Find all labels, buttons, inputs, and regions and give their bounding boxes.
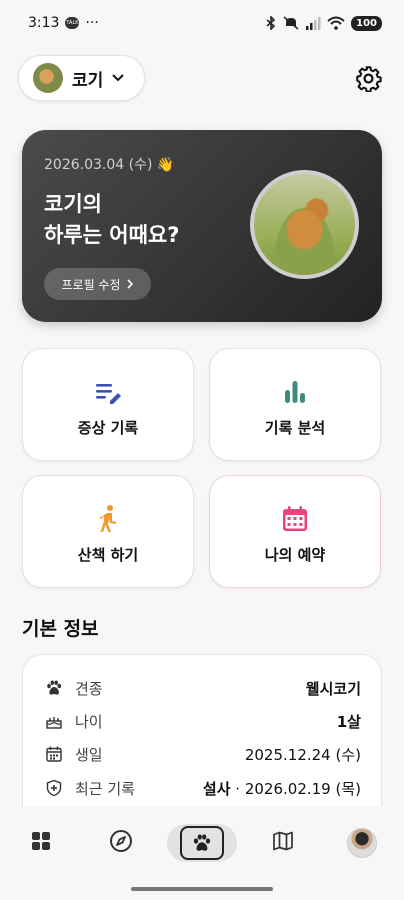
talk-notification-icon: TALK bbox=[65, 17, 80, 29]
recent-record-date: · 2026.02.19 (목) bbox=[230, 779, 361, 798]
pet-avatar bbox=[33, 63, 63, 93]
profile-avatar[interactable] bbox=[347, 828, 377, 858]
signal-icon bbox=[306, 16, 321, 30]
info-row-recent-record: 최근 기록 설사 · 2026.02.19 (목) bbox=[45, 777, 361, 799]
info-row-age: 나이 1살 bbox=[45, 710, 361, 732]
settings-gear-icon[interactable] bbox=[355, 65, 382, 92]
walk-label: 산책 하기 bbox=[77, 546, 139, 564]
greeting-title-line2: 하루는 어때요? bbox=[44, 223, 180, 247]
map-icon bbox=[273, 831, 293, 851]
greeting-card: 2026.03.04 (수) 👋 코기의 하루는 어때요? 프로필 수정 bbox=[22, 130, 382, 322]
recent-record-value: 설사 · 2026.02.19 (목) bbox=[203, 778, 361, 799]
my-booking-tile[interactable]: 나의 예약 bbox=[209, 475, 381, 588]
nav-explore-button[interactable] bbox=[106, 826, 136, 856]
status-time: 3:13 bbox=[28, 15, 60, 31]
status-bar: 3:13 TALK ··· 100 bbox=[0, 0, 404, 46]
chevron-down-icon bbox=[112, 74, 124, 82]
greeting-title-line1: 코기의 bbox=[44, 192, 102, 216]
walking-person-icon bbox=[99, 505, 116, 532]
info-row-breed: 견종 웰시코기 bbox=[45, 677, 361, 699]
recent-record-label: 최근 기록 bbox=[75, 779, 135, 798]
nav-pet-button[interactable] bbox=[167, 824, 237, 862]
recent-record-symptom: 설사 bbox=[202, 779, 231, 798]
cake-icon bbox=[46, 717, 62, 729]
birthday-value: 2025.12.24 (수) bbox=[244, 745, 361, 764]
home-indicator bbox=[131, 887, 273, 891]
breed-value: 웰시코기 bbox=[305, 679, 361, 698]
status-right: 100 bbox=[265, 15, 382, 31]
nav-pet-active-frame bbox=[180, 826, 224, 860]
compass-icon bbox=[110, 830, 132, 852]
status-left: 3:13 TALK ··· bbox=[28, 15, 99, 31]
chevron-right-icon bbox=[126, 279, 133, 289]
walk-tile[interactable]: 산책 하기 bbox=[22, 475, 194, 588]
home-grid-icon bbox=[32, 832, 50, 850]
wifi-icon bbox=[327, 16, 345, 30]
info-row-birthday: 생일 2025.12.24 (수) bbox=[45, 743, 361, 765]
calendar-icon bbox=[283, 506, 307, 531]
edit-profile-label: 프로필 수정 bbox=[61, 277, 121, 292]
breed-label: 견종 bbox=[75, 679, 103, 698]
calendar-outline-icon bbox=[46, 746, 62, 762]
my-booking-label: 나의 예약 bbox=[264, 546, 326, 564]
nav-map-button[interactable] bbox=[268, 826, 298, 856]
nav-home-button[interactable] bbox=[26, 826, 56, 856]
shield-plus-icon bbox=[46, 779, 62, 797]
birthday-label: 생일 bbox=[75, 745, 103, 764]
age-label: 나이 bbox=[75, 712, 103, 731]
today-date: 2026.03.04 (수) 👋 bbox=[44, 157, 175, 173]
bottom-navigation bbox=[0, 806, 404, 900]
more-notifications-icon: ··· bbox=[85, 15, 99, 31]
symptom-note-icon bbox=[96, 384, 121, 404]
mute-icon bbox=[283, 16, 299, 30]
bluetooth-icon bbox=[266, 16, 276, 30]
pet-profile-photo bbox=[250, 170, 359, 279]
symptom-record-label: 증상 기록 bbox=[77, 419, 139, 437]
bar-chart-icon bbox=[285, 381, 305, 403]
battery-indicator: 100 bbox=[351, 15, 382, 31]
symptom-record-tile[interactable]: 증상 기록 bbox=[22, 348, 194, 461]
age-value: 1살 bbox=[336, 712, 361, 731]
basic-info-title: 기본 정보 bbox=[22, 618, 99, 640]
pet-name: 코기 bbox=[72, 70, 104, 91]
record-analysis-tile[interactable]: 기록 분석 bbox=[209, 348, 381, 461]
pet-selector-button[interactable]: 코기 bbox=[18, 55, 145, 101]
paw-icon bbox=[193, 834, 211, 851]
paw-icon bbox=[47, 680, 62, 695]
record-analysis-label: 기록 분석 bbox=[264, 419, 326, 437]
basic-info-card: 견종 웰시코기 나이 1살 생일 2025.12.24 (수) 최근 기록 설사… bbox=[22, 654, 382, 814]
edit-profile-button[interactable]: 프로필 수정 bbox=[44, 268, 151, 300]
